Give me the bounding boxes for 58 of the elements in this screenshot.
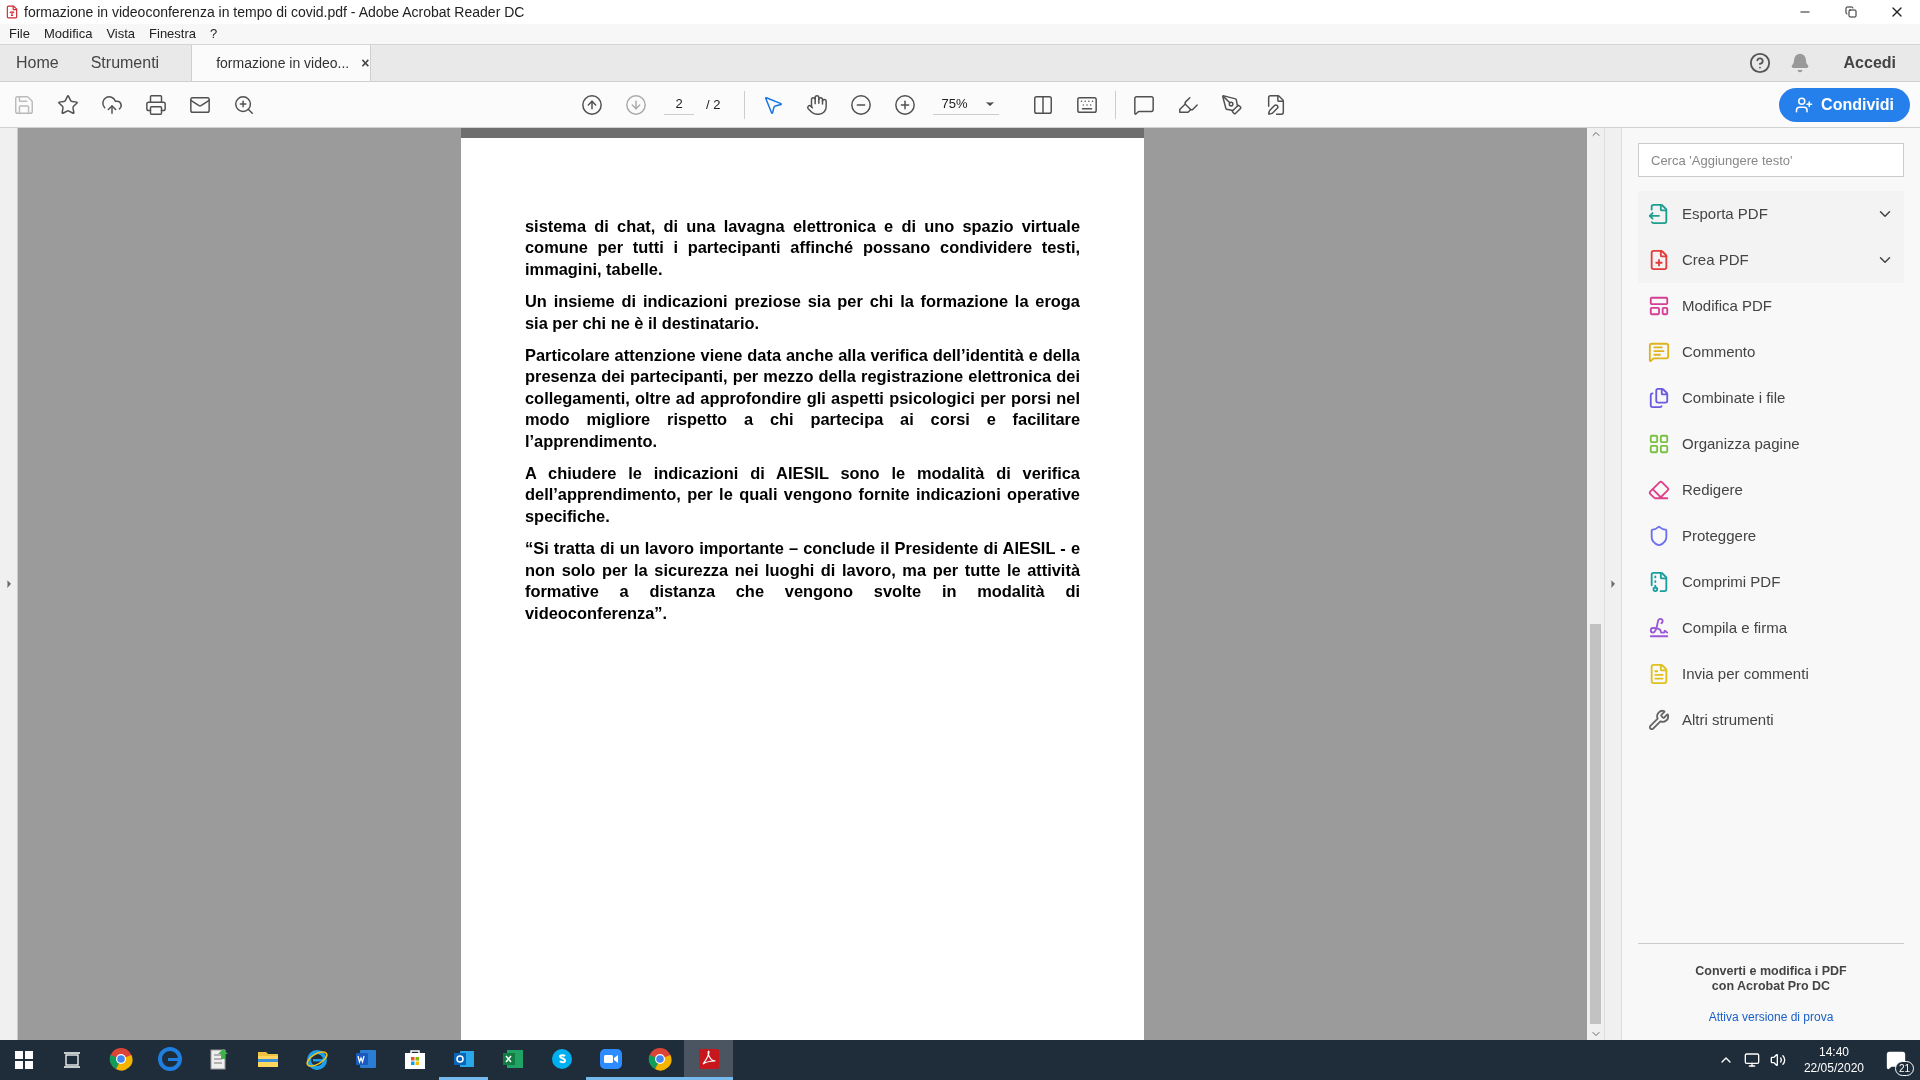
search-field[interactable]: Cerca 'Aggiungere testo' — [1638, 143, 1904, 177]
paragraph: A chiudere le indicazioni di AIESIL sono le modalità di verifica dell’apprendimento, per le quali vengono fornite indicazioni operative specifiche. — [525, 463, 1080, 527]
promo-text: Converti e modifica i PDF con Acrobat Pro DC — [1694, 964, 1848, 994]
paragraph: “Si tratta di un lavoro importante – conclude il Presidente di AIESIL - e non solo per la sicurezza nei luoghi di lavoro, ma per tutte le attività formative a distanza che vengono svolte in modalità di videoconferenza”. — [525, 538, 1080, 624]
tool-label: Altri strumenti — [1682, 709, 1775, 730]
tool-item[interactable]: Esporta PDF — [1638, 191, 1904, 237]
tool-item[interactable]: Modifica PDF — [1638, 283, 1904, 329]
document-tab[interactable]: formazione in video... × — [191, 45, 372, 81]
tool-label: Modifica PDF — [1682, 295, 1774, 316]
tool-label: Combinate i file — [1682, 387, 1787, 408]
zoom-dropdown[interactable]: 75% — [933, 94, 1000, 115]
paragraph: Un insieme di indicazioni preziose sia per chi la formazione la eroga sia per chi ne è il destinatario. — [525, 291, 1080, 334]
window-title: formazione in videoconferenza in tempo di covid.pdf - Adobe Acrobat Reader DC — [24, 2, 525, 22]
tool-label: Compila e firma — [1682, 617, 1789, 638]
tool-item[interactable]: Combinate i file — [1638, 375, 1904, 421]
tool-label: Crea PDF — [1682, 249, 1750, 270]
tool-item[interactable]: Organizza pagine — [1638, 421, 1904, 467]
clock[interactable]: 14:40 22/05/2020 — [1795, 1040, 1872, 1080]
help-icon[interactable] — [1748, 52, 1771, 74]
tool-item[interactable]: Crea PDF — [1638, 237, 1904, 283]
nav-tab[interactable]: Home — [0, 45, 75, 81]
page-total: / 2 — [706, 95, 721, 114]
tool-item[interactable]: Compila e firma — [1638, 605, 1904, 651]
menu-item[interactable]: ? — [203, 24, 225, 44]
menu-item[interactable]: Finestra — [142, 24, 203, 44]
tool-label: Organizza pagine — [1682, 433, 1801, 454]
tool-item[interactable]: Comprimi PDF — [1638, 559, 1904, 605]
pdf-file-icon — [5, 5, 19, 19]
add-person-icon — [1795, 95, 1814, 114]
notification-count-badge: 21 — [1894, 1061, 1914, 1076]
scrollbar-thumb[interactable] — [1590, 624, 1601, 1024]
tool-label: Proteggere — [1682, 525, 1758, 546]
tool-label: Redigere — [1682, 479, 1744, 500]
nav-tab[interactable]: Strumenti — [74, 45, 176, 81]
close-tab-button[interactable]: × — [361, 52, 370, 74]
share-button[interactable]: Condividi — [1779, 87, 1910, 122]
pdf-app-icon[interactable] — [684, 1040, 733, 1080]
menu-item[interactable]: Vista — [99, 24, 143, 44]
trial-link[interactable]: Attiva versione di prova — [1708, 1008, 1834, 1026]
tool-label: Comprimi PDF — [1682, 571, 1782, 592]
tab-label: formazione in video... — [216, 53, 350, 73]
tool-item[interactable]: Commento — [1638, 329, 1904, 375]
menu-item[interactable]: Modifica — [36, 24, 100, 44]
tool-label: Invia per commenti — [1682, 663, 1810, 684]
paragraph: Particolare attenzione viene data anche alla verifica dell’identità e della presenza dei partecipanti, per mezzo della registrazione elettronica dei collegamenti, oltre ad approfondire gli aspetti psicologici per porsi nel modo migliore rispetto a chi partecipa ai corsi e facilitare l’apprendimento. — [525, 345, 1080, 452]
tool-item[interactable]: Invia per commenti — [1638, 651, 1904, 697]
network-icon[interactable] — [1743, 1052, 1760, 1068]
tool-item[interactable]: Redigere — [1638, 467, 1904, 513]
tool-label: Esporta PDF — [1682, 203, 1769, 224]
restore-icon[interactable] — [1845, 6, 1857, 18]
sign-in-button[interactable]: Accedi — [1819, 45, 1920, 81]
tool-item[interactable]: Altri strumenti — [1638, 697, 1904, 743]
page-number-field[interactable]: 2 — [664, 94, 694, 115]
tool-item[interactable]: Proteggere — [1638, 513, 1904, 559]
menu-item[interactable]: File — [2, 24, 37, 44]
paragraph: sistema di chat, di una lavagna elettronica e di uno spazio virtuale comune per tutti i partecipanti affinché possano condividere testi, immagini, tabelle. — [525, 216, 1080, 280]
volume-icon[interactable] — [1769, 1052, 1786, 1068]
tool-label: Commento — [1682, 341, 1757, 362]
